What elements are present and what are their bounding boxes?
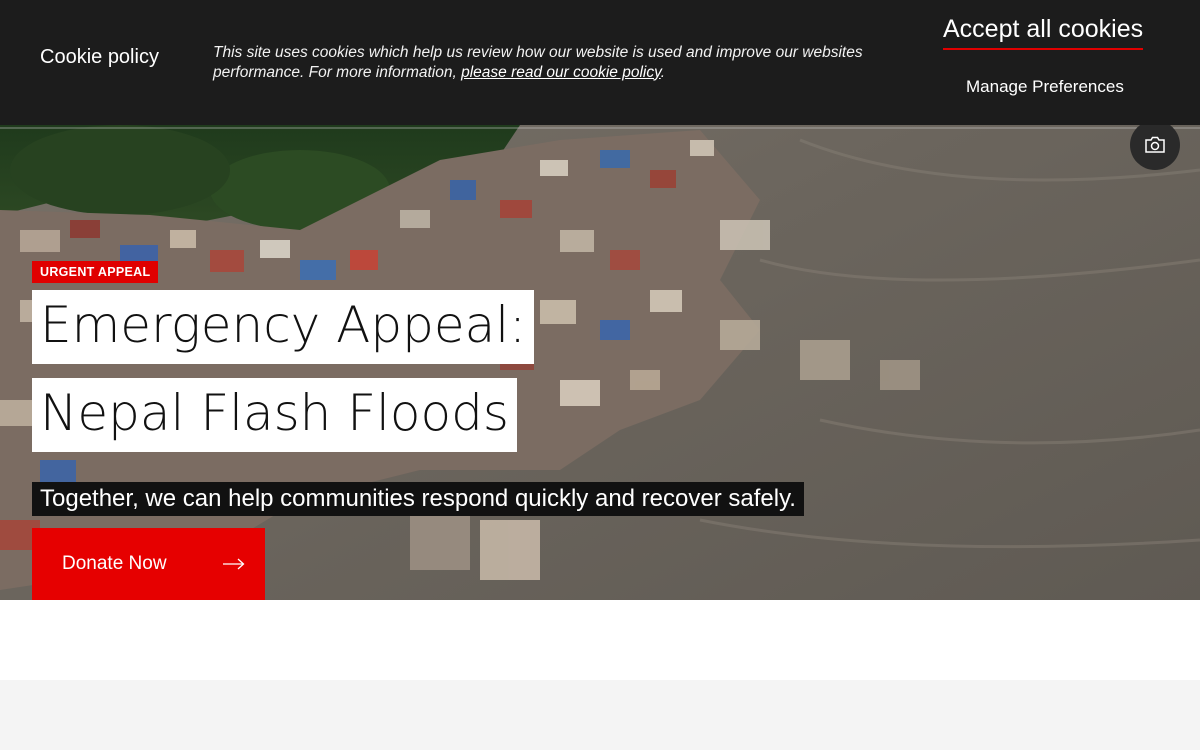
hero-title-line-1: Emergency Appeal:: [32, 290, 534, 364]
content-section: [0, 680, 1200, 750]
camera-icon: [1145, 136, 1165, 153]
donate-now-button[interactable]: Donate Now: [32, 528, 265, 600]
hero-subtitle: Together, we can help communities respon…: [32, 482, 804, 516]
arrow-right-icon: [223, 558, 245, 570]
cookie-message: This site uses cookies which help us rev…: [213, 43, 873, 82]
urgent-appeal-badge: URGENT APPEAL: [32, 261, 159, 283]
image-credit-button[interactable]: [1130, 120, 1180, 170]
donate-now-label: Donate Now: [62, 553, 167, 574]
cookie-policy-link[interactable]: please read our cookie policy: [461, 64, 661, 81]
cookie-banner: Cookie policy This site uses cookies whi…: [0, 0, 1200, 125]
accept-all-cookies-button[interactable]: Accept all cookies: [943, 15, 1144, 50]
cookie-message-end: .: [660, 63, 666, 81]
cookie-policy-title: Cookie policy: [40, 46, 159, 68]
manage-preferences-button[interactable]: Manage Preferences: [966, 77, 1124, 97]
hero-title-line-2: Nepal Flash Floods: [32, 378, 517, 452]
